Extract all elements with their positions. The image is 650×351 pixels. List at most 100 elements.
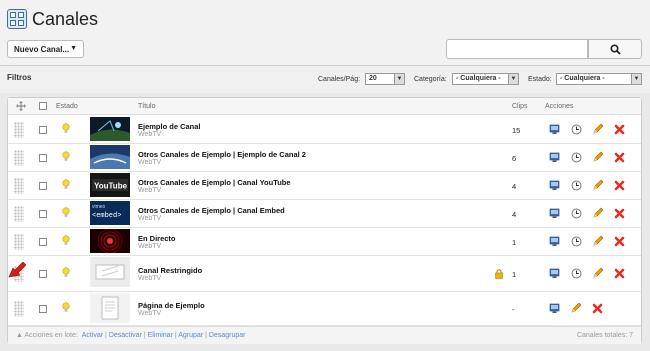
column-title[interactable]: Título — [138, 103, 156, 110]
status-bulb-icon[interactable] — [62, 302, 70, 315]
search-icon — [610, 44, 621, 55]
edit-pencil-icon[interactable] — [592, 123, 604, 137]
clips-count: 15 — [512, 126, 521, 135]
column-clips[interactable]: Clips — [512, 103, 528, 110]
column-status[interactable]: Estado — [56, 103, 78, 110]
delete-x-icon[interactable] — [614, 208, 625, 221]
status-bulb-icon[interactable] — [62, 207, 70, 220]
clips-count: 1 — [512, 238, 517, 247]
preview-icon[interactable] — [549, 124, 560, 137]
category-value: - Cualquiera - — [456, 75, 501, 82]
row-checkbox[interactable] — [39, 270, 47, 278]
table-row[interactable]: Canal Restringido WebTV 1 — [8, 256, 641, 292]
status-bulb-icon[interactable] — [62, 123, 70, 136]
chevron-down-icon: ▼ — [70, 45, 77, 52]
table-header: Estado Título Clips Acciones — [8, 98, 641, 115]
edit-pencil-icon[interactable] — [592, 151, 604, 165]
page-title: Canales — [32, 9, 99, 29]
channel-subtitle: WebTV — [138, 243, 162, 250]
per-page-select[interactable]: 20 ▼ — [365, 73, 405, 85]
table-row[interactable]: Otros Canales de Ejemplo | Ejemplo de Ca… — [8, 144, 641, 172]
delete-x-icon[interactable] — [614, 236, 625, 249]
red-arrow-icon — [8, 262, 26, 278]
row-checkbox[interactable] — [39, 238, 47, 246]
row-checkbox[interactable] — [39, 305, 47, 313]
app-header: Canales — [0, 0, 650, 36]
table-row[interactable]: Ejemplo de Canal WebTV 15 — [8, 116, 641, 144]
search-button[interactable] — [588, 39, 642, 59]
channel-title-link[interactable]: Página de Ejemplo — [138, 301, 205, 310]
table-row[interactable]: En Directo WebTV 1 — [8, 228, 641, 256]
status-bulb-icon[interactable] — [62, 235, 70, 248]
schedule-clock-icon[interactable] — [571, 268, 582, 281]
status-bulb-icon[interactable] — [62, 151, 70, 164]
per-page-label: Canales/Pág: — [318, 76, 361, 83]
table-row[interactable]: YouTube Otros Canales de Ejemplo | Canal … — [8, 172, 641, 200]
bulk-ungroup-link[interactable]: Desagrupar — [209, 332, 246, 339]
search-input[interactable] — [446, 39, 588, 59]
preview-icon[interactable] — [549, 236, 560, 249]
drag-handle-icon[interactable] — [14, 150, 24, 166]
drag-handle-icon[interactable] — [14, 301, 24, 317]
filters-bar: Filtros Canales/Pág: 20 ▼ Categoría: - C… — [0, 66, 650, 93]
edit-pencil-icon[interactable] — [592, 235, 604, 249]
drag-handle-icon[interactable] — [14, 178, 24, 194]
chevron-down-icon: ▼ — [631, 74, 641, 84]
edit-pencil-icon[interactable] — [592, 207, 604, 221]
delete-x-icon[interactable] — [592, 303, 603, 316]
row-checkbox[interactable] — [39, 210, 47, 218]
edit-pencil-icon[interactable] — [592, 267, 604, 281]
bulk-actions-label: Acciones en lote: — [24, 332, 78, 339]
channel-title-link[interactable]: Otros Canales de Ejemplo | Canal Embed — [138, 206, 285, 215]
delete-x-icon[interactable] — [614, 268, 625, 281]
schedule-clock-icon[interactable] — [571, 208, 582, 221]
preview-icon[interactable] — [549, 303, 560, 316]
schedule-clock-icon[interactable] — [571, 236, 582, 249]
edit-pencil-icon[interactable] — [570, 302, 582, 316]
preview-icon[interactable] — [549, 268, 560, 281]
preview-icon[interactable] — [549, 152, 560, 165]
channel-thumbnail — [90, 257, 130, 290]
channel-subtitle: WebTV — [138, 159, 162, 166]
preview-icon[interactable] — [549, 180, 560, 193]
status-label: Estado: — [528, 76, 552, 83]
channel-title-link[interactable]: Otros Canales de Ejemplo | Canal YouTube — [138, 178, 291, 187]
drag-handle-icon[interactable] — [14, 122, 24, 138]
channel-title-link[interactable]: Ejemplo de Canal — [138, 122, 201, 131]
vimeo-logo-text: vimeo — [92, 204, 106, 210]
table-row[interactable]: vimeo <embed> Otros Canales de Ejemplo | C… — [8, 200, 641, 228]
channel-title-link[interactable]: Otros Canales de Ejemplo | Ejemplo de Ca… — [138, 150, 306, 159]
clips-count: 4 — [512, 182, 517, 191]
category-select[interactable]: - Cualquiera - ▼ — [452, 73, 519, 85]
schedule-clock-icon[interactable] — [571, 152, 582, 165]
status-bulb-icon[interactable] — [62, 267, 70, 280]
channel-title-link[interactable]: En Directo — [138, 234, 176, 243]
drag-handle-icon[interactable] — [14, 206, 24, 222]
edit-pencil-icon[interactable] — [592, 179, 604, 193]
schedule-clock-icon[interactable] — [571, 124, 582, 137]
bulk-activate-link[interactable]: Activar — [82, 332, 103, 339]
schedule-clock-icon[interactable] — [571, 180, 582, 193]
new-channel-button[interactable]: Nuevo Canal... ▼ — [7, 40, 84, 58]
row-checkbox[interactable] — [39, 154, 47, 162]
channel-thumbnail — [90, 145, 130, 170]
delete-x-icon[interactable] — [614, 152, 625, 165]
channel-title-link[interactable]: Canal Restringido — [138, 266, 202, 275]
preview-icon[interactable] — [549, 208, 560, 221]
bulk-deactivate-link[interactable]: Desactivar — [109, 332, 142, 339]
new-channel-label: Nuevo Canal... — [14, 45, 70, 54]
bulk-group-link[interactable]: Agrupar — [178, 332, 203, 339]
category-label: Categoría: — [414, 76, 447, 83]
select-all-checkbox[interactable] — [39, 102, 47, 110]
chevron-down-icon: ▼ — [508, 74, 518, 84]
status-select[interactable]: - Cualquiera - ▼ — [556, 73, 642, 85]
channel-subtitle: WebTV — [138, 131, 162, 138]
table-row[interactable]: Página de Ejemplo WebTV - — [8, 292, 641, 326]
status-bulb-icon[interactable] — [62, 179, 70, 192]
drag-handle-icon[interactable] — [14, 234, 24, 250]
row-checkbox[interactable] — [39, 182, 47, 190]
row-checkbox[interactable] — [39, 126, 47, 134]
delete-x-icon[interactable] — [614, 124, 625, 137]
delete-x-icon[interactable] — [614, 180, 625, 193]
bulk-delete-link[interactable]: Eliminar — [148, 332, 173, 339]
